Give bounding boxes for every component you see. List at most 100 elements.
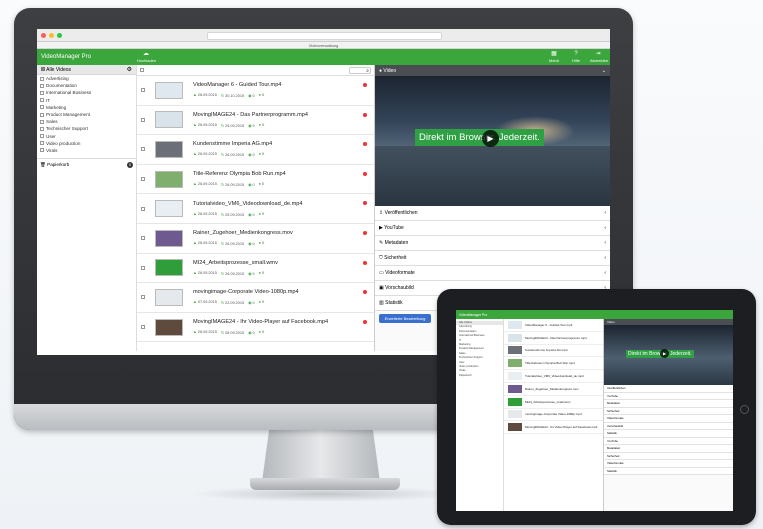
ipad-detail-section[interactable]: YouTube: [604, 437, 733, 445]
category-checkbox[interactable]: [40, 134, 44, 139]
detail-section[interactable]: ✎ Metadaten ‹: [375, 236, 610, 251]
video-row[interactable]: Title-Referenz Olympia Bob Run.mp4 ▲ 26.0…: [137, 165, 374, 195]
video-row[interactable]: MovingIMAGE24 - Das Partnerprogramm.mp4 ▲…: [137, 106, 374, 136]
ipad-video-row[interactable]: MovingIMAGE24 - Das Partnerprogramm.mp4: [504, 332, 603, 345]
sidebar-item[interactable]: Virals: [37, 147, 136, 154]
trash-item[interactable]: 🗑 Papierkorb 0: [37, 158, 136, 169]
video-thumbnail[interactable]: [155, 170, 183, 188]
row-checkbox[interactable]: [141, 177, 145, 182]
row-checkbox[interactable]: [141, 325, 145, 330]
video-thumbnail[interactable]: [155, 81, 183, 99]
sidebar-item[interactable]: Sales: [37, 118, 136, 125]
video-row[interactable]: MovingIMAGE24 - Ihr Video-Player auf Fac…: [137, 313, 374, 343]
ipad-trash-item[interactable]: Papierkorb: [456, 374, 503, 378]
advanced-edit-button[interactable]: Erweiterte Bearbeitung: [379, 314, 431, 323]
ipad-video-thumbnail[interactable]: [508, 423, 522, 432]
row-checkbox[interactable]: [141, 295, 145, 300]
category-checkbox[interactable]: [40, 76, 44, 81]
sidebar-item[interactable]: Technischer Support: [37, 125, 136, 132]
category-checkbox[interactable]: [40, 141, 44, 146]
play-button[interactable]: ▶: [482, 130, 499, 147]
video-thumbnail[interactable]: [155, 229, 183, 247]
ipad-play-button[interactable]: ▶: [660, 349, 669, 358]
ipad-video-title[interactable]: MovingIMAGE24 - Ihr Video-Player auf Fac…: [525, 425, 597, 429]
video-title[interactable]: movingimage-Corporate Video-1080p.mp4: [193, 289, 299, 295]
video-title[interactable]: Tutorialvideo_VM6_Videodownload_de.mp4: [193, 201, 302, 207]
ipad-video-thumbnail[interactable]: [508, 346, 522, 355]
ipad-detail-section[interactable]: Sicherheit: [604, 407, 733, 415]
sidebar-item[interactable]: Documentation: [37, 82, 136, 89]
ipad-video-thumbnail[interactable]: [508, 384, 522, 393]
sidebar-item[interactable]: Advertising: [37, 75, 136, 82]
all-videos-header[interactable]: Alle Videos ⚙: [37, 65, 136, 75]
video-thumbnail[interactable]: [155, 140, 183, 158]
ipad-detail-section[interactable]: Statistik: [604, 430, 733, 438]
ipad-video-title[interactable]: movingimage-Corporate Video-1080p.mp4: [525, 412, 582, 416]
category-checkbox[interactable]: [40, 119, 44, 124]
ipad-video-row[interactable]: MI24_Arbeitsprozesse_small.wmv: [504, 396, 603, 409]
ipad-video-thumbnail[interactable]: [508, 410, 522, 419]
category-checkbox[interactable]: [40, 98, 44, 103]
ipad-detail-section[interactable]: Vorschaubild: [604, 422, 733, 430]
upload-button[interactable]: ☁ Hochladen: [137, 51, 156, 63]
row-checkbox[interactable]: [141, 147, 145, 152]
sidebar-item[interactable]: User: [37, 133, 136, 140]
ipad-video-row[interactable]: movingimage-Corporate Video-1080p.mp4: [504, 409, 603, 422]
address-bar[interactable]: [207, 32, 442, 40]
sidebar-item[interactable]: International Business: [37, 89, 136, 96]
zoom-window-icon[interactable]: [57, 32, 62, 38]
search-input[interactable]: ⌕: [349, 66, 371, 74]
ipad-video-thumbnail[interactable]: [508, 372, 522, 381]
video-row[interactable]: VideoManager 6 - Guided Tour.mp4 ▲ 26.09.…: [137, 76, 374, 106]
ipad-video-row[interactable]: MovingIMAGE24 - Ihr Video-Player auf Fac…: [504, 421, 603, 435]
ipad-video-title[interactable]: VideoManager 6 - Guided Tour.mp4: [525, 323, 572, 327]
video-title[interactable]: Kundenstimme Imperia AG.mp4: [193, 141, 272, 147]
ipad-detail-section[interactable]: Videoformate: [604, 460, 733, 468]
video-title[interactable]: MI24_Arbeitsprozesse_small.wmv: [193, 260, 278, 266]
video-title[interactable]: Title-Referenz Olympia Bob Run.mp4: [193, 171, 286, 177]
logout-button[interactable]: ⇥ Abmelden: [590, 51, 608, 63]
ipad-video-title[interactable]: Tutorialvideo_VM6_Videodownload_de.mp4: [525, 374, 584, 378]
video-thumbnail[interactable]: [155, 318, 183, 336]
ipad-video-title[interactable]: Title-Referenz Olympia Bob Run.mp4: [525, 361, 575, 365]
ipad-video-thumbnail[interactable]: [508, 397, 522, 406]
gear-icon[interactable]: ⚙: [127, 66, 132, 73]
ipad-video-title[interactable]: MovingIMAGE24 - Das Partnerprogramm.mp4: [525, 336, 587, 340]
ipad-video-title[interactable]: MI24_Arbeitsprozesse_small.wmv: [525, 400, 571, 404]
category-checkbox[interactable]: [40, 90, 44, 95]
ipad-video-thumbnail[interactable]: [508, 359, 522, 368]
video-title[interactable]: MovingIMAGE24 - Das Partnerprogramm.mp4: [193, 112, 308, 118]
row-checkbox[interactable]: [141, 117, 145, 122]
detail-section[interactable]: ▭ Videoformate ‹: [375, 266, 610, 281]
category-checkbox[interactable]: [40, 148, 44, 153]
detail-section[interactable]: ▶ YouTube ‹: [375, 221, 610, 236]
category-checkbox[interactable]: [40, 83, 44, 88]
ipad-video-row[interactable]: Title-Referenz Olympia Bob Run.mp4: [504, 357, 603, 371]
category-checkbox[interactable]: [40, 105, 44, 110]
video-thumbnail[interactable]: [155, 111, 183, 129]
ipad-detail-section[interactable]: Statistik: [604, 467, 733, 475]
ipad-detail-section[interactable]: Sicherheit: [604, 452, 733, 460]
minimize-window-icon[interactable]: [49, 32, 54, 38]
chevron-down-icon[interactable]: ⌄: [602, 68, 606, 74]
video-row[interactable]: Tutorialvideo_VM6_Videodownload_de.mp4 ▲ …: [137, 194, 374, 224]
category-checkbox[interactable]: [40, 126, 44, 131]
video-thumbnail[interactable]: [155, 259, 183, 277]
video-row[interactable]: Rainer_Zugehoer_Medienkongress.mov ▲ 26.0…: [137, 224, 374, 254]
ipad-video-row[interactable]: Kundenstimme Imperia AG.mp4: [504, 345, 603, 358]
ipad-video-thumbnail[interactable]: [508, 333, 522, 342]
ipad-video-row[interactable]: Tutorialvideo_VM6_Videodownload_de.mp4: [504, 370, 603, 383]
category-checkbox[interactable]: [40, 112, 44, 117]
ipad-video-player[interactable]: Direkt im Browser. Jederzeit. ▶: [604, 325, 733, 385]
ipad-detail-section[interactable]: YouTube: [604, 392, 733, 400]
row-checkbox[interactable]: [141, 236, 145, 241]
ipad-video-title[interactable]: Kundenstimme Imperia AG.mp4: [525, 348, 568, 352]
sidebar-item[interactable]: Marketing: [37, 104, 136, 111]
ipad-detail-section[interactable]: Metadaten: [604, 400, 733, 408]
row-checkbox[interactable]: [141, 88, 145, 93]
video-title[interactable]: Rainer_Zugehoer_Medienkongress.mov: [193, 230, 293, 236]
ipad-video-row[interactable]: VideoManager 6 - Guided Tour.mp4: [504, 319, 603, 332]
sidebar-item[interactable]: IT: [37, 97, 136, 104]
help-button[interactable]: ? Hilfe: [568, 51, 584, 63]
video-thumbnail[interactable]: [155, 200, 183, 218]
